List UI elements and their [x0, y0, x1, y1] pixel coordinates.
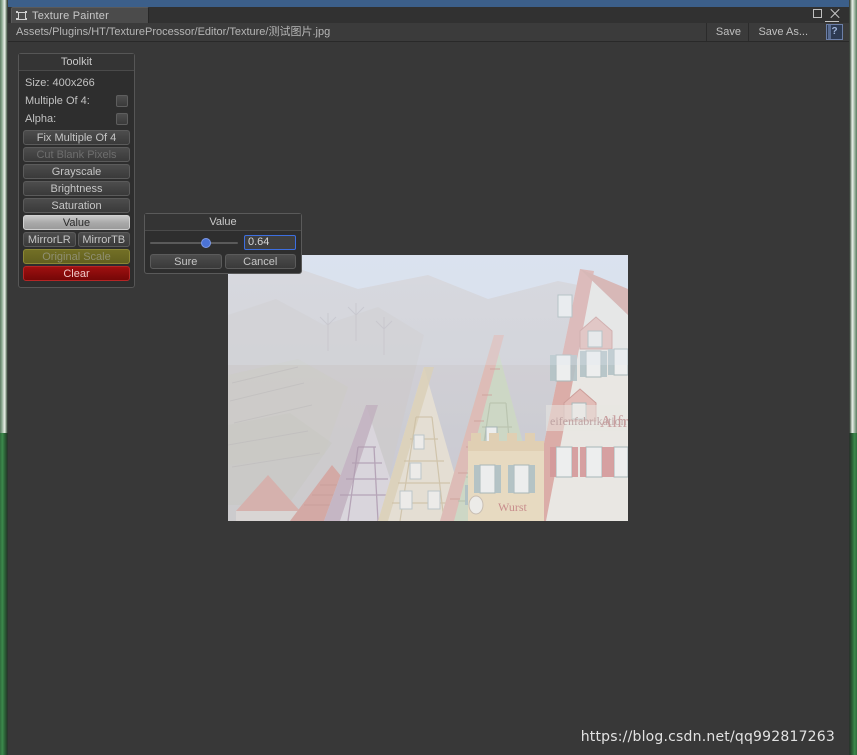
grayscale-button[interactable]: Grayscale: [23, 164, 130, 179]
value-dialog: Value 0.64 Sure Cancel: [144, 213, 302, 274]
brightness-button[interactable]: Brightness: [23, 181, 130, 196]
alpha-row: Alpha:: [23, 110, 130, 128]
tab-label: Texture Painter: [32, 9, 109, 22]
toolkit-title: Toolkit: [19, 54, 134, 71]
cancel-button[interactable]: Cancel: [224, 254, 296, 269]
cut-blank-pixels-button: Cut Blank Pixels: [23, 147, 130, 162]
asset-path-label: Assets/Plugins/HT/TextureProcessor/Edito…: [16, 26, 331, 38]
save-as-button[interactable]: Save As...: [748, 23, 817, 41]
value-dialog-title: Value: [145, 214, 301, 231]
value-input[interactable]: 0.64: [244, 235, 296, 250]
value-slider-knob[interactable]: [201, 237, 212, 248]
toolbar: Assets/Plugins/HT/TextureProcessor/Edito…: [8, 23, 849, 42]
help-book-icon[interactable]: ?: [826, 24, 843, 40]
multiple-of-4-label: Multiple Of 4:: [25, 95, 90, 107]
mirror-tb-button[interactable]: MirrorTB: [77, 232, 130, 247]
preview-image: eifenfabrikation Alfred: [228, 255, 628, 521]
window-titlebar[interactable]: [8, 0, 849, 7]
texture-node-icon: [16, 10, 28, 22]
watermark: https://blog.csdn.net/qq992817263: [580, 729, 835, 745]
clear-button[interactable]: Clear: [23, 266, 130, 281]
tab-bar: Texture Painter: [8, 7, 849, 30]
value-dialog-body: 0.64 Sure Cancel: [145, 231, 301, 269]
value-slider[interactable]: [150, 236, 238, 250]
window-right-edge: [849, 0, 857, 755]
value-slider-track: [150, 241, 238, 244]
multiple-of-4-row: Multiple Of 4:: [23, 92, 130, 110]
maximize-icon[interactable]: [813, 9, 822, 18]
mirror-lr-button[interactable]: MirrorLR: [23, 232, 76, 247]
value-button[interactable]: Value: [23, 215, 130, 230]
window-right-edge-green: [849, 433, 857, 755]
texture-preview[interactable]: eifenfabrikation Alfred: [228, 255, 628, 521]
value-dialog-buttons: Sure Cancel: [150, 254, 296, 269]
mirror-button-row: MirrorLR MirrorTB: [23, 232, 130, 247]
multiple-of-4-checkbox[interactable]: [116, 95, 128, 107]
editor-canvas: Toolkit Size: 400x266 Multiple Of 4: Alp…: [8, 42, 849, 755]
original-scale-button[interactable]: Original Scale: [23, 249, 130, 264]
window-controls: [813, 9, 839, 18]
tab-texture-painter[interactable]: Texture Painter: [11, 7, 149, 23]
saturation-button[interactable]: Saturation: [23, 198, 130, 213]
value-slider-row: 0.64: [150, 235, 296, 250]
size-row: Size: 400x266: [23, 74, 130, 92]
alpha-label: Alpha:: [25, 113, 57, 125]
texture-painter-window: Texture Painter Assets/Plugins/HT/Textur…: [0, 0, 857, 755]
size-label: Size: 400x266: [25, 77, 95, 89]
window-left-edge-green: [0, 433, 8, 755]
save-button[interactable]: Save: [705, 23, 750, 41]
sure-button[interactable]: Sure: [150, 254, 222, 269]
alpha-checkbox[interactable]: [116, 113, 128, 125]
window-left-edge: [0, 0, 8, 755]
fix-multiple-of-4-button[interactable]: Fix Multiple Of 4: [23, 130, 130, 145]
toolkit-body: Size: 400x266 Multiple Of 4: Alpha: Fix …: [19, 71, 134, 281]
toolkit-panel: Toolkit Size: 400x266 Multiple Of 4: Alp…: [18, 53, 135, 288]
close-icon[interactable]: [830, 9, 839, 18]
